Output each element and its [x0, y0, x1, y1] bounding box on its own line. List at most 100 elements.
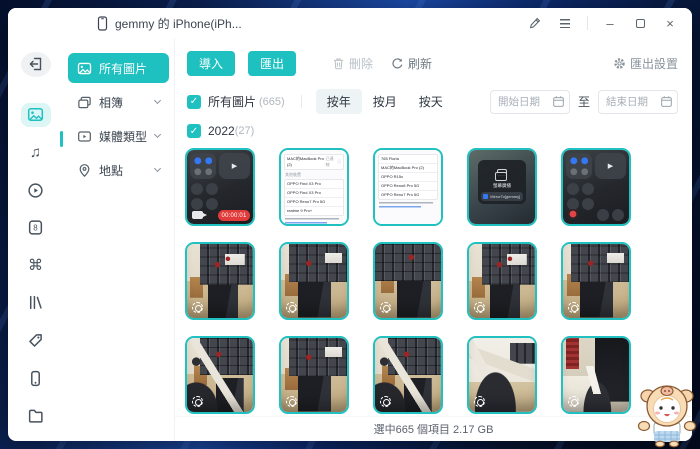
tab-by-month[interactable]: 按月: [362, 89, 408, 114]
maximize-icon: [635, 18, 645, 28]
nav-item-label: 所有圖片: [99, 61, 148, 76]
filter-divider: [300, 95, 302, 108]
maximize-button[interactable]: [632, 15, 648, 31]
phone-icon: [97, 15, 108, 31]
live-photo-icon: [568, 302, 579, 313]
main-content: 導入 匯出 刪除 刷新 匯出設置 ✓ 所有圖片 (665) 按年 按月 按天 開…: [175, 38, 692, 441]
nav-item-label: 媒體類型: [99, 129, 148, 144]
photo-thumbnail[interactable]: 765 Floria MAC的MacBook Pro (2) OPPO R15x…: [373, 148, 443, 226]
menu-icon[interactable]: [557, 15, 573, 31]
screen-broadcast-screenshot: 螢幕廣播 MirrorTo[gemmy]: [469, 150, 535, 224]
music-icon: ♫: [29, 143, 42, 161]
rename-icon[interactable]: [527, 15, 543, 31]
calendar-icon: [661, 95, 672, 107]
nav-item-albums[interactable]: 相簿: [68, 87, 169, 117]
sidebar-item-tags[interactable]: [21, 328, 51, 353]
videos-icon: [28, 182, 43, 198]
mascot: [637, 385, 697, 448]
icon-rail: ♫ 8 ⌘: [8, 38, 63, 441]
cc-tile: [191, 198, 203, 210]
photo-thumbnail[interactable]: [373, 242, 443, 320]
tab-by-year[interactable]: 按年: [315, 89, 362, 114]
room-photo: [375, 338, 441, 412]
all-photos-count: (665): [259, 95, 285, 108]
nav-item-media-type[interactable]: 媒體類型: [68, 121, 169, 151]
bt-device-row: MAC的MacBook Pro (2): [379, 164, 437, 173]
photo-thumbnail[interactable]: MAC的MacBook Pro (2) 已連線 ⓘ 其他裝置 OPPO Find …: [279, 148, 349, 226]
photo-thumbnail[interactable]: [185, 242, 255, 320]
live-photo-icon: [380, 302, 391, 313]
chevron-down-icon: [153, 130, 162, 139]
bt-section-label: 其他裝置: [285, 172, 301, 177]
sidebar-item-contacts[interactable]: 8: [21, 215, 51, 240]
nav-item-all-photos[interactable]: 所有圖片: [68, 53, 169, 83]
room-photo: [563, 338, 629, 412]
photo-thumbnail[interactable]: [561, 336, 631, 414]
sidebar-item-files[interactable]: [21, 403, 51, 428]
bt-status: 已連線 ⓘ: [326, 156, 341, 168]
app-window: gemmy 的 iPhone(iPh... – × ♫ 8 ⌘ 所有圖片 相簿 …: [8, 8, 692, 441]
date-range: 至: [489, 89, 678, 114]
check-icon: ✓: [189, 125, 199, 137]
live-photo-icon: [474, 302, 485, 313]
photo-thumbnail[interactable]: [279, 336, 349, 414]
sidebar-item-music[interactable]: ♫: [21, 140, 51, 165]
window-title: gemmy 的 iPhone(iPh...: [115, 16, 242, 31]
refresh-button[interactable]: 刷新: [391, 55, 432, 72]
cc-tile: [597, 209, 609, 221]
location-icon: [79, 163, 90, 177]
sidebar-item-videos[interactable]: [21, 178, 51, 203]
live-photo-icon: [380, 396, 391, 407]
live-photo-icon: [568, 396, 579, 407]
room-photo: [187, 244, 253, 318]
photo-thumbnail[interactable]: [373, 336, 443, 414]
sidebar-item-books[interactable]: [21, 291, 51, 316]
cc-tile: [567, 183, 579, 195]
recording-timer: 00:00:01: [218, 210, 250, 221]
close-button[interactable]: ×: [662, 15, 678, 31]
bt-device-list: 765 Floria MAC的MacBook Pro (2) OPPO R15x…: [378, 154, 438, 200]
bt-device-row: OPPO Find X3 Pro: [285, 180, 343, 189]
select-all-checkbox[interactable]: ✓: [187, 94, 201, 109]
sidebar-item-device[interactable]: [21, 366, 51, 391]
exit-device-button[interactable]: [20, 52, 51, 77]
photo-thumbnail[interactable]: [467, 242, 537, 320]
play-icon: ▶: [607, 163, 614, 170]
photo-thumbnail[interactable]: ▶ 00:00:01: [185, 148, 255, 226]
broadcast-dialog: 螢幕廣播 MirrorTo[gemmy]: [478, 159, 526, 204]
photo-thumbnail[interactable]: [279, 242, 349, 320]
photo-grid: ▶ 00:00:01 MAC的MacBook Pro (2) 已連線 ⓘ 其他裝…: [175, 144, 692, 414]
delete-button[interactable]: 刪除: [332, 55, 373, 72]
photo-thumbnail[interactable]: [467, 336, 537, 414]
media-tile: ▶: [595, 153, 626, 179]
trash-icon: [334, 58, 343, 70]
bt-device-list: OPPO Find X3 Pro OPPO Find X3 Pro OPPO R…: [284, 179, 344, 216]
photo-thumbnail[interactable]: [185, 336, 255, 414]
sidebar-item-photos[interactable]: [20, 102, 51, 128]
rail-active-indicator: [60, 131, 63, 147]
year-count: (27): [234, 125, 255, 137]
bt-footnote-lines: [378, 202, 438, 209]
nav-item-location[interactable]: 地點: [68, 155, 169, 185]
minimize-button[interactable]: –: [602, 15, 618, 31]
photo-thumbnail[interactable]: 螢幕廣播 MirrorTo[gemmy]: [467, 148, 537, 226]
refresh-icon: [392, 58, 403, 69]
nav-item-label: 地點: [99, 163, 124, 178]
broadcast-title: 螢幕廣播: [492, 182, 511, 188]
gear-icon: [614, 58, 625, 69]
photo-thumbnail[interactable]: ▶: [561, 148, 631, 226]
export-settings-button[interactable]: 匯出設置: [613, 55, 678, 72]
nav-item-label: 相簿: [99, 95, 124, 110]
mirror-app-icon: [483, 193, 489, 199]
bt-device-row: OPPO Reno7 Pro 5G: [381, 192, 420, 197]
titlebar-separator: [587, 16, 588, 30]
sidebar-item-apps[interactable]: ⌘: [21, 253, 51, 278]
import-button[interactable]: 導入: [187, 51, 235, 76]
control-center-screenshot: ▶: [563, 150, 629, 224]
photo-thumbnail[interactable]: [561, 242, 631, 320]
all-photos-icon: [77, 62, 92, 74]
export-button[interactable]: 匯出: [248, 51, 296, 76]
tab-by-day[interactable]: 按天: [408, 89, 454, 114]
cc-tile: [612, 209, 624, 221]
year-checkbox[interactable]: ✓: [187, 124, 201, 138]
